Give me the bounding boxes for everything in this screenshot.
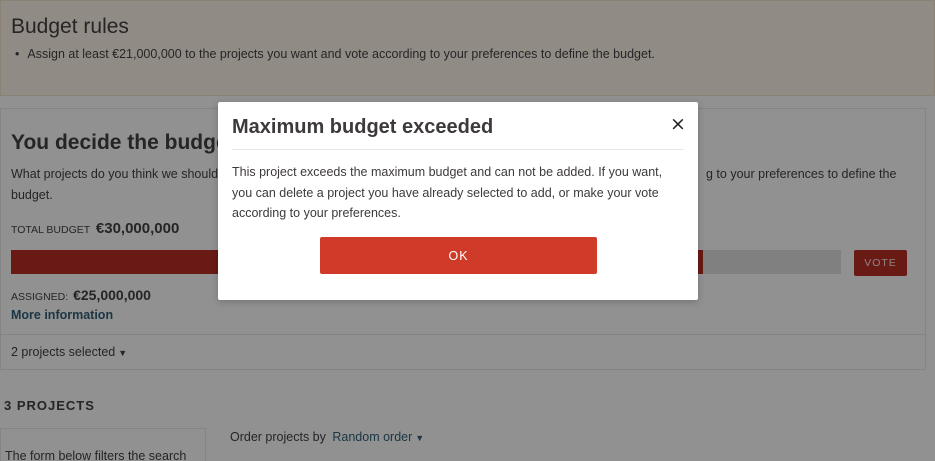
- close-icon[interactable]: ×: [666, 112, 690, 136]
- modal-title: Maximum budget exceeded: [232, 116, 494, 138]
- modal-message: This project exceeds the maximum budget …: [232, 165, 663, 220]
- modal-divider: [232, 149, 684, 150]
- budget-exceeded-modal: Maximum budget exceeded × This project e…: [218, 102, 698, 300]
- ok-button[interactable]: OK: [320, 237, 597, 274]
